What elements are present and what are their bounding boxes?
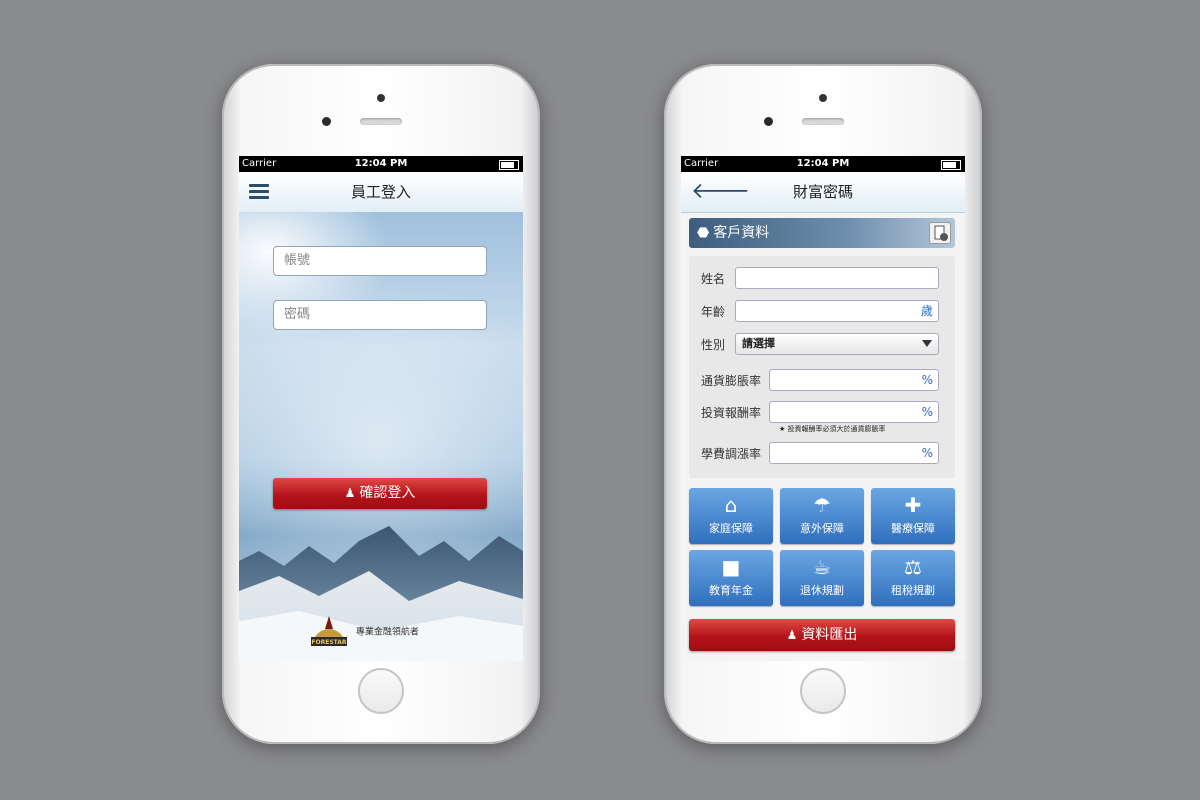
gender-label: 性別 xyxy=(700,338,725,352)
gender-row: 性別 請選擇 xyxy=(689,333,955,359)
battery-icon xyxy=(499,160,519,170)
tile-accident-protection[interactable]: ☂ 意外保障 xyxy=(780,488,864,544)
return-note: ★ 投資報酬率必須大於通貨膨脹率 xyxy=(779,425,886,433)
gender-select[interactable]: 請選擇 xyxy=(735,333,939,355)
login-screen: Carrier 12:04 PM 員工登入 帳號 密碼 ♟ 確認登入 FORES… xyxy=(239,156,523,661)
inflation-row: 通貨膨脹率 % xyxy=(689,369,955,395)
logo-brand-text: FORESTAR xyxy=(311,639,347,646)
inflation-input[interactable]: % xyxy=(769,369,939,391)
login-button-label: 確認登入 xyxy=(359,485,416,501)
back-arrow-icon[interactable]: 🡐 xyxy=(691,172,750,212)
forestar-logo-icon: FORESTAR xyxy=(311,616,347,646)
wealth-screen: Carrier 12:04 PM 🡐 財富密碼 ⬣ 客戶資料 姓名 年齡 歲 性… xyxy=(681,156,965,661)
graduation-cap-icon: ■ xyxy=(721,555,741,579)
status-bar: Carrier 12:04 PM xyxy=(239,156,523,172)
tile-label: 退休規劃 xyxy=(800,584,844,597)
age-row: 年齡 歲 xyxy=(689,300,955,326)
tuition-label: 學費調漲率 xyxy=(700,447,761,461)
page-title: 財富密碼 xyxy=(792,183,853,201)
tile-label: 醫療保障 xyxy=(891,522,935,535)
phone-right: Carrier 12:04 PM 🡐 財富密碼 ⬣ 客戶資料 姓名 年齡 歲 性… xyxy=(664,64,982,744)
tile-education-annuity[interactable]: ■ 教育年金 xyxy=(689,550,773,606)
customer-form: 姓名 年齡 歲 性別 請選擇 通貨膨脹率 % 投資報酬率 % ★ 投資報酬率必須… xyxy=(689,256,955,478)
gender-selected: 請選擇 xyxy=(742,337,775,350)
tile-family-protection[interactable]: ⌂ 家庭保障 xyxy=(689,488,773,544)
inflation-unit: % xyxy=(921,373,933,387)
person-icon: ♟ xyxy=(786,628,798,642)
tile-label: 教育年金 xyxy=(709,584,753,597)
name-label: 姓名 xyxy=(700,272,725,286)
battery-icon xyxy=(941,160,961,170)
tuition-unit: % xyxy=(921,446,933,460)
earpiece-speaker xyxy=(802,118,844,125)
tuition-row: 學費調漲率 % xyxy=(689,442,955,468)
earpiece-speaker xyxy=(360,118,402,125)
tuition-input[interactable]: % xyxy=(769,442,939,464)
footer-logo: FORESTAR 專業金融領航者 xyxy=(309,615,419,649)
sensor xyxy=(764,117,773,126)
name-input[interactable] xyxy=(735,267,939,289)
tile-tax-planning[interactable]: ⚖ 租稅規劃 xyxy=(871,550,955,606)
export-button-label: 資料匯出 xyxy=(801,627,858,643)
password-input[interactable]: 密碼 xyxy=(273,300,487,330)
age-input[interactable]: 歲 xyxy=(735,300,939,322)
page-title: 員工登入 xyxy=(350,183,411,201)
scales-icon: ⚖ xyxy=(904,555,922,579)
phone-left: Carrier 12:04 PM 員工登入 帳號 密碼 ♟ 確認登入 FORES… xyxy=(222,64,540,744)
tile-label: 意外保障 xyxy=(800,522,844,535)
name-row: 姓名 xyxy=(689,267,955,293)
front-camera xyxy=(819,94,827,102)
age-label: 年齡 xyxy=(700,305,725,319)
status-time: 12:04 PM xyxy=(796,158,850,169)
coffee-cup-icon: ☕ xyxy=(813,555,831,579)
return-label: 投資報酬率 xyxy=(700,406,761,420)
nav-bar: 員工登入 xyxy=(239,172,523,213)
export-button[interactable]: ♟ 資料匯出 xyxy=(689,619,955,651)
footer-tagline: 專業金融領航者 xyxy=(355,627,419,638)
age-unit: 歲 xyxy=(920,304,933,318)
document-icon[interactable] xyxy=(929,222,951,244)
section-title: 客戶資料 xyxy=(713,225,770,241)
login-background: 帳號 密碼 ♟ 確認登入 FORESTAR 專業金融領航者 xyxy=(239,212,523,661)
sensor xyxy=(322,117,331,126)
house-icon: ⌂ xyxy=(724,493,738,517)
inflation-label: 通貨膨脹率 xyxy=(700,374,761,388)
umbrella-icon: ☂ xyxy=(813,493,831,517)
syringe-icon: ✚ xyxy=(904,493,922,517)
return-unit: % xyxy=(921,405,933,419)
home-button[interactable] xyxy=(358,668,404,714)
tile-retirement-planning[interactable]: ☕ 退休規劃 xyxy=(780,550,864,606)
return-input[interactable]: % xyxy=(769,401,939,423)
front-camera xyxy=(377,94,385,102)
status-bar: Carrier 12:04 PM xyxy=(681,156,965,172)
status-time: 12:04 PM xyxy=(354,158,408,169)
hexagon-icon: ⬣ xyxy=(697,225,710,241)
hamburger-icon[interactable] xyxy=(249,184,269,200)
person-icon: ♟ xyxy=(344,486,356,500)
tile-label: 家庭保障 xyxy=(709,522,753,535)
section-header: ⬣ 客戶資料 xyxy=(689,218,955,248)
home-button[interactable] xyxy=(800,668,846,714)
dropdown-arrow-icon xyxy=(922,340,932,347)
tile-label: 租稅規劃 xyxy=(891,584,935,597)
tile-medical-protection[interactable]: ✚ 醫療保障 xyxy=(871,488,955,544)
nav-bar: 🡐 財富密碼 xyxy=(681,172,965,213)
account-input[interactable]: 帳號 xyxy=(273,246,487,276)
login-button[interactable]: ♟ 確認登入 xyxy=(273,478,487,509)
